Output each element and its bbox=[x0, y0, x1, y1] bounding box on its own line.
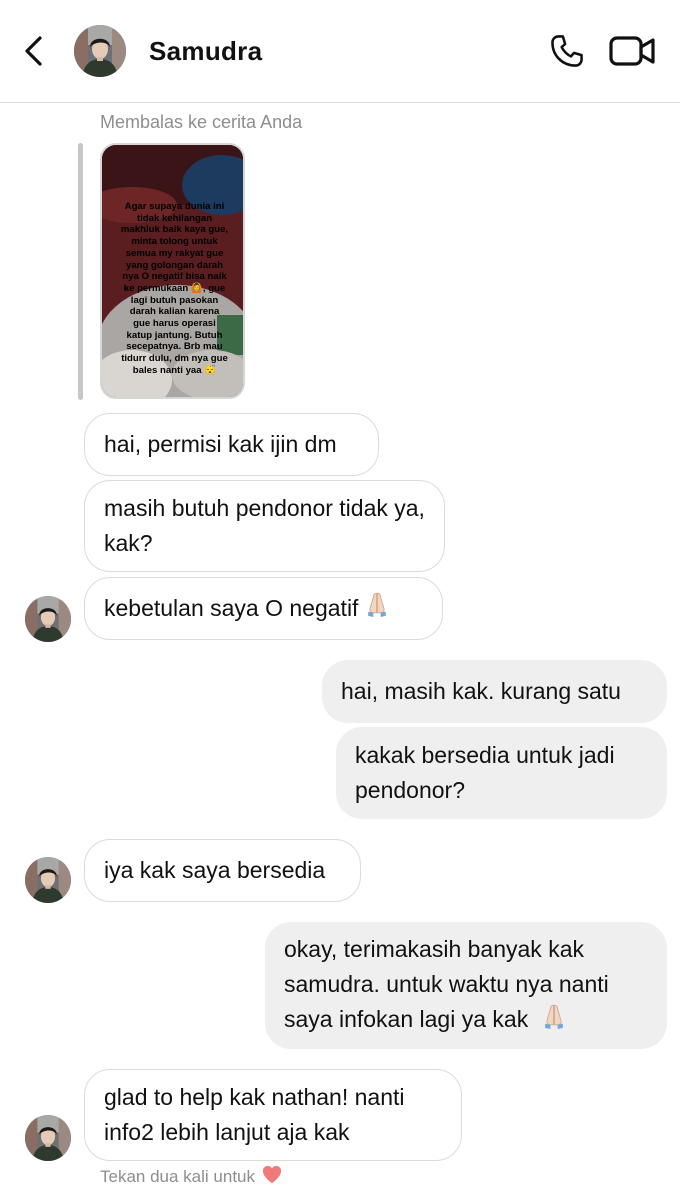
double-tap-hint: Tekan dua kali untuk bbox=[100, 1164, 283, 1189]
phone-icon[interactable] bbox=[548, 32, 586, 70]
message-text: kakak bersedia untuk jadi pendonor? bbox=[355, 742, 615, 803]
avatar[interactable] bbox=[74, 25, 126, 77]
praying-hands-icon bbox=[364, 590, 390, 628]
contact-name[interactable]: Samudra bbox=[149, 36, 262, 67]
avatar[interactable] bbox=[25, 857, 71, 903]
message-bubble-incoming[interactable]: hai, permisi kak ijin dm bbox=[84, 413, 379, 476]
hint-text: Tekan dua kali untuk bbox=[100, 1166, 255, 1186]
avatar[interactable] bbox=[25, 596, 71, 642]
avatar[interactable] bbox=[25, 1115, 71, 1161]
story-caption: Agar supaya dunia ini tidak kehilangan m… bbox=[120, 201, 229, 376]
story-reply-label: Membalas ke cerita Anda bbox=[100, 112, 303, 132]
message-bubble-outgoing[interactable]: hai, masih kak. kurang satu bbox=[322, 660, 667, 723]
message-text: masih butuh pendonor tidak ya, kak? bbox=[104, 495, 425, 556]
heart-icon bbox=[261, 1164, 283, 1189]
message-bubble-incoming[interactable]: masih butuh pendonor tidak ya, kak? bbox=[84, 480, 445, 572]
message-bubble-incoming[interactable]: iya kak saya bersedia bbox=[84, 839, 361, 902]
message-bubble-outgoing[interactable]: kakak bersedia untuk jadi pendonor? bbox=[336, 727, 667, 819]
video-camera-icon[interactable] bbox=[608, 34, 656, 68]
reply-quote-bar bbox=[78, 143, 83, 400]
story-thumbnail[interactable]: Agar supaya dunia ini tidak kehilangan m… bbox=[100, 143, 245, 399]
message-bubble-incoming[interactable]: kebetulan saya O negatif bbox=[84, 577, 443, 640]
chat-header: Samudra bbox=[0, 0, 680, 103]
message-bubble-outgoing[interactable]: okay, terimakasih banyak kak samudra. un… bbox=[265, 922, 667, 1049]
message-text: kebetulan saya O negatif bbox=[104, 595, 359, 621]
message-text: iya kak saya bersedia bbox=[104, 857, 326, 883]
message-text: hai, permisi kak ijin dm bbox=[104, 431, 337, 457]
message-bubble-incoming[interactable]: glad to help kak nathan! nanti info2 leb… bbox=[84, 1069, 462, 1161]
message-text: hai, masih kak. kurang satu bbox=[341, 678, 621, 704]
message-text: glad to help kak nathan! nanti info2 leb… bbox=[104, 1084, 405, 1145]
praying-hands-icon bbox=[541, 1002, 567, 1040]
back-chevron-icon[interactable] bbox=[18, 32, 52, 70]
